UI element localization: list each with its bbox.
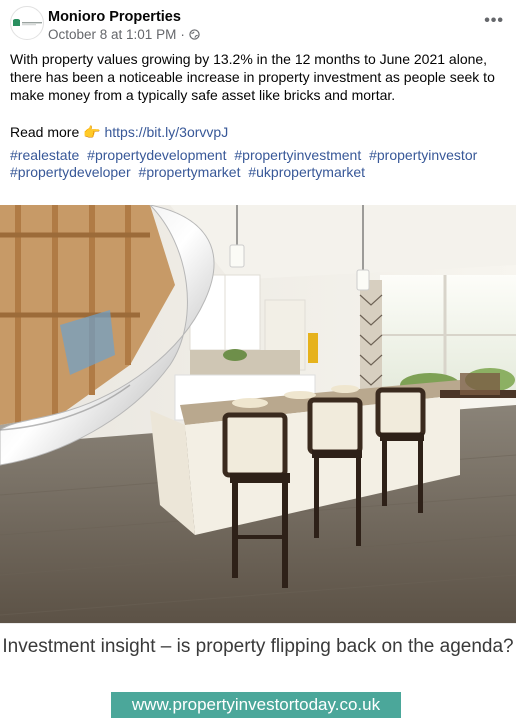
image-caption: Investment insight – is property flippin… — [2, 636, 514, 657]
hashtag[interactable]: #ukpropertymarket — [248, 164, 365, 180]
more-options-icon[interactable]: ••• — [484, 12, 504, 30]
post-image[interactable] — [0, 205, 516, 623]
facebook-post: Monioro Properties October 8 at 1:01 PM … — [0, 0, 516, 723]
hashtag[interactable]: #propertydeveloper — [10, 164, 131, 180]
monioro-logo-icon — [13, 19, 42, 26]
page-avatar[interactable] — [10, 6, 44, 40]
read-more-label: Read more — [10, 124, 80, 140]
hashtag[interactable]: #propertydevelopment — [87, 147, 226, 163]
post-body: With property values growing by 13.2% in… — [10, 51, 495, 103]
post-timestamp[interactable]: October 8 at 1:01 PM — [48, 27, 176, 42]
kitchen-renovation-illustration — [0, 205, 516, 623]
hashtag[interactable]: #realestate — [10, 147, 79, 163]
pointing-hand-icon: 👉 — [83, 124, 101, 140]
meta-separator: · — [180, 27, 185, 42]
hashtag-list: #realestate #propertydevelopment #proper… — [10, 147, 508, 181]
hashtag[interactable]: #propertymarket — [139, 164, 241, 180]
globe-icon[interactable] — [189, 29, 200, 40]
read-more-line: Read more 👉 https://bit.ly/3orvvpJ — [10, 123, 228, 141]
post-meta: October 8 at 1:01 PM · — [48, 27, 200, 42]
hashtag[interactable]: #propertyinvestor — [369, 147, 477, 163]
hashtag[interactable]: #propertyinvestment — [234, 147, 361, 163]
post-header: Monioro Properties October 8 at 1:01 PM … — [10, 6, 506, 44]
source-url-banner[interactable]: www.propertyinvestortoday.co.uk — [111, 692, 401, 718]
link-preview[interactable]: Investment insight – is property flippin… — [0, 623, 516, 723]
page-name[interactable]: Monioro Properties — [48, 9, 181, 25]
post-link[interactable]: https://bit.ly/3orvvpJ — [104, 124, 228, 140]
